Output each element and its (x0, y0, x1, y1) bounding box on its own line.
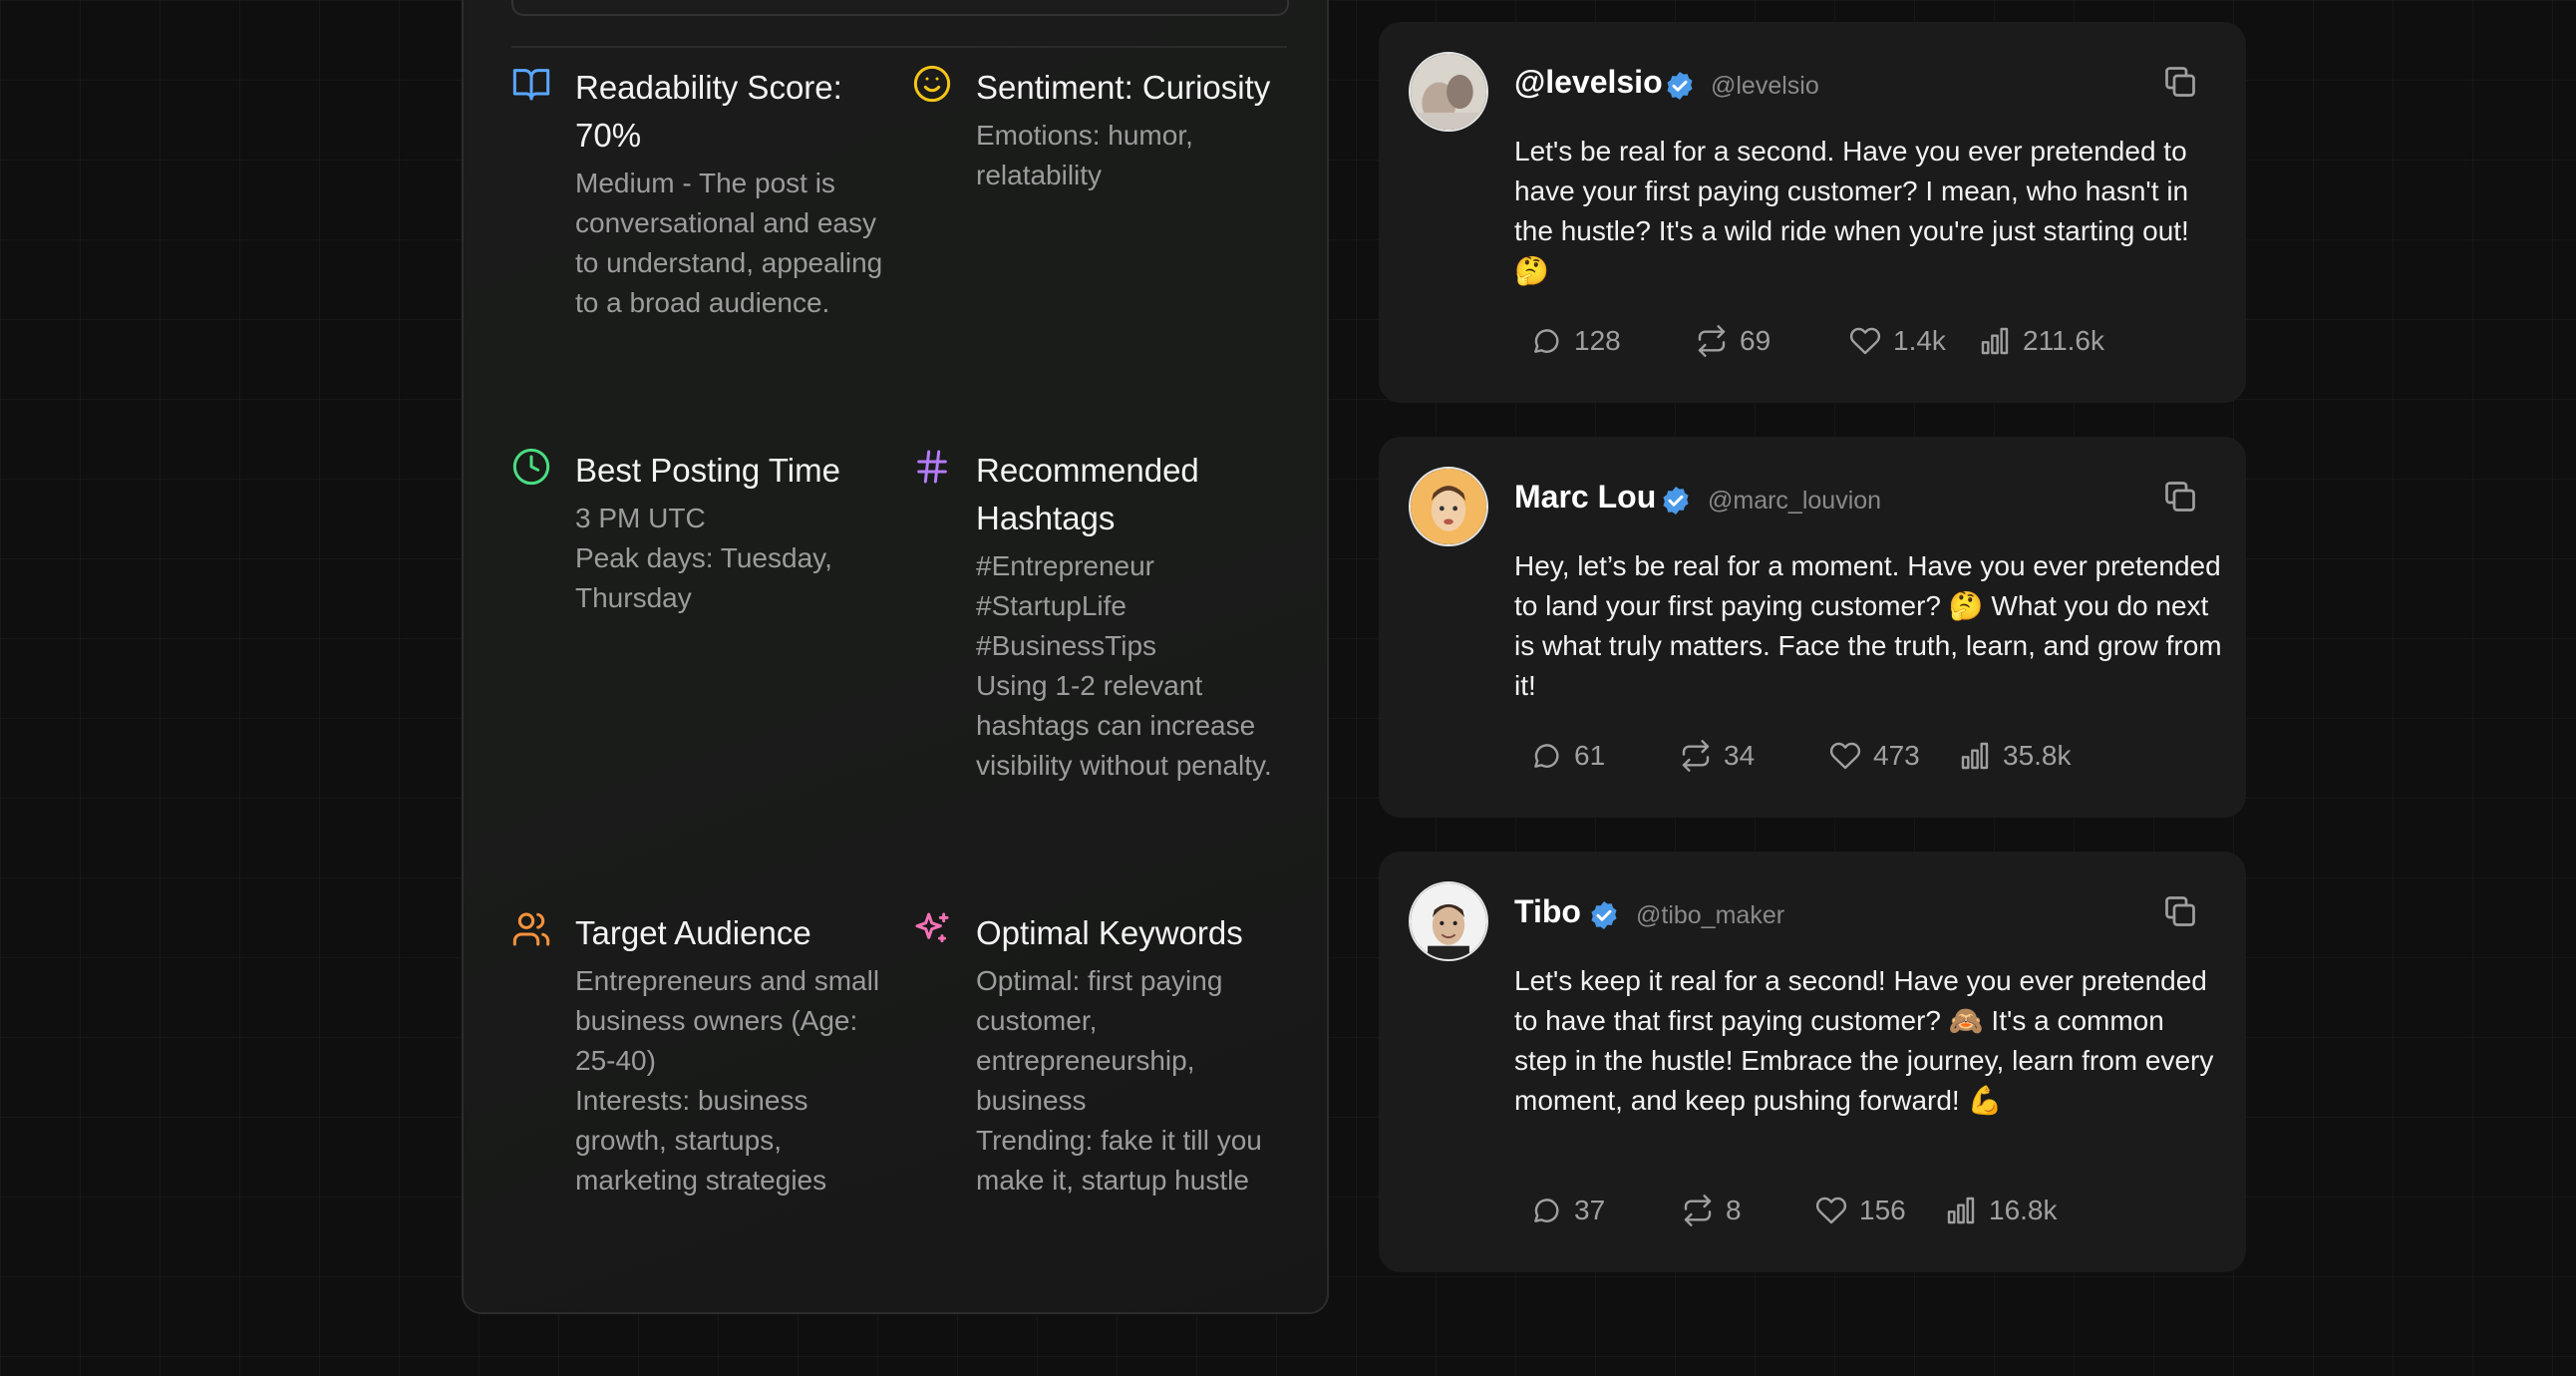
reply-button[interactable]: 61 (1530, 736, 1605, 776)
users-icon (511, 909, 551, 949)
repost-count: 34 (1724, 740, 1756, 771)
like-button[interactable]: 1.4k (1849, 321, 1946, 361)
post-input-box[interactable] (511, 0, 1289, 16)
views-button[interactable]: 211.6k (1979, 321, 2104, 361)
author-name[interactable]: Tibo (1514, 893, 1581, 930)
copy-icon[interactable] (2162, 479, 2198, 515)
post-stats: 128 69 1.4k 211.6k (1530, 321, 2128, 361)
verified-badge-icon (1588, 899, 1620, 931)
repost-count: 69 (1740, 325, 1771, 356)
author-name[interactable]: @levelsio (1514, 64, 1663, 101)
reply-count: 37 (1574, 1195, 1606, 1225)
insight-title: Target Audience (575, 914, 811, 951)
insight-line: Entrepreneurs and small business owners … (575, 965, 880, 1076)
insight-title: Recommended Hashtags (976, 452, 1199, 536)
repost-button[interactable]: 34 (1680, 736, 1755, 776)
reply-button[interactable]: 128 (1530, 321, 1621, 361)
reply-icon (1534, 329, 1559, 353)
clock-icon (511, 447, 551, 487)
like-button[interactable]: 156 (1815, 1191, 1906, 1230)
insight-line: Interests: business growth, startups, ma… (575, 1085, 827, 1196)
views-button[interactable]: 16.8k (1945, 1191, 2058, 1230)
insight-line: Using 1-2 relevant hashtags can increase… (976, 670, 1272, 781)
reply-count: 61 (1574, 740, 1606, 771)
insight-title: Optimal Keywords (976, 914, 1243, 951)
reply-button[interactable]: 37 (1530, 1191, 1605, 1230)
repost-count: 8 (1726, 1195, 1742, 1225)
repost-button[interactable]: 8 (1682, 1191, 1742, 1230)
like-button[interactable]: 473 (1829, 736, 1920, 776)
verified-badge-icon (1660, 485, 1692, 516)
insight-line: Medium - The post is conversational and … (575, 168, 883, 318)
post-text: Let's be real for a second. Have you eve… (1514, 136, 2189, 286)
author-name[interactable]: Marc Lou (1514, 479, 1656, 516)
repost-icon (1682, 740, 1710, 772)
author-handle[interactable]: @levelsio (1711, 70, 1819, 102)
views-button[interactable]: 35.8k (1959, 736, 2072, 776)
repost-icon (1684, 1195, 1712, 1226)
views-count: 16.8k (1989, 1195, 2058, 1225)
insight-line: #StartupLife (976, 590, 1127, 621)
views-chart-icon (1981, 327, 2009, 355)
insight-title: Readability Score: 70% (575, 69, 842, 154)
insight-line: #Entrepreneur (976, 550, 1155, 581)
insight-line: Optimal: first paying customer, entrepre… (976, 965, 1223, 1116)
reply-icon (1534, 1199, 1559, 1222)
avatar[interactable] (1409, 467, 1488, 546)
post-card: Tibo @tibo_maker Let's keep it real for … (1379, 852, 2246, 1272)
book-icon (511, 64, 551, 104)
insight-line: Trending: fake it till you make it, star… (976, 1125, 1262, 1196)
insight-title: Sentiment: Curiosity (976, 69, 1271, 106)
post-text: Let's keep it real for a second! Have yo… (1514, 965, 2214, 1116)
avatar[interactable] (1409, 881, 1488, 961)
panel-divider (511, 46, 1287, 48)
hash-icon (912, 447, 952, 487)
insight-line: 3 PM UTC (575, 503, 706, 533)
post-stats: 37 8 156 16.8k (1530, 1191, 2128, 1230)
smile-icon (912, 64, 952, 104)
insights-panel: Readability Score: 70% Medium - The post… (462, 0, 1329, 1314)
views-chart-icon (1961, 742, 1989, 770)
post-card: Marc Lou @marc_louvion Hey, let’s be rea… (1379, 437, 2246, 818)
reply-count: 128 (1574, 325, 1621, 356)
repost-icon (1698, 325, 1726, 357)
heart-icon (1829, 742, 1861, 770)
like-count: 156 (1859, 1195, 1906, 1225)
views-chart-icon (1947, 1197, 1975, 1224)
views-count: 211.6k (2023, 325, 2104, 356)
author-handle[interactable]: @marc_louvion (1708, 485, 1881, 516)
insight-title: Best Posting Time (575, 452, 840, 489)
heart-icon (1815, 1197, 1847, 1224)
post-card: @levelsio @levelsio Let's be real for a … (1379, 22, 2246, 403)
post-text: Hey, let’s be real for a moment. Have yo… (1514, 550, 2222, 701)
views-count: 35.8k (2003, 740, 2072, 771)
insight-line: Peak days: Tuesday, Thursday (575, 542, 832, 613)
insight-line: Emotions: humor, relatability (976, 120, 1193, 190)
reply-icon (1534, 744, 1559, 768)
sparkles-icon (912, 909, 952, 949)
avatar[interactable] (1409, 52, 1488, 132)
author-handle[interactable]: @tibo_maker (1636, 899, 1784, 931)
post-stats: 61 34 473 35.8k (1530, 736, 2128, 776)
copy-icon[interactable] (2162, 64, 2198, 100)
repost-button[interactable]: 69 (1696, 321, 1771, 361)
like-count: 1.4k (1893, 325, 1946, 356)
copy-icon[interactable] (2162, 893, 2198, 929)
like-count: 473 (1873, 740, 1920, 771)
verified-badge-icon (1664, 70, 1696, 102)
insight-line: #BusinessTips (976, 630, 1157, 661)
heart-icon (1849, 327, 1881, 355)
